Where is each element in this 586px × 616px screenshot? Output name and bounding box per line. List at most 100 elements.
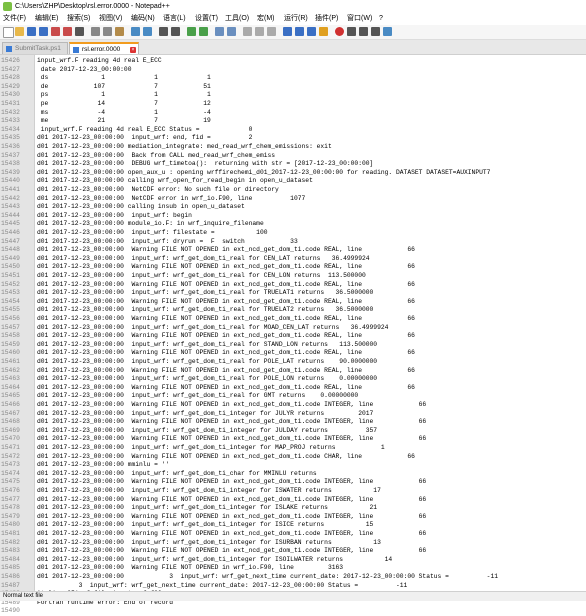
save-macro-icon[interactable] — [383, 27, 392, 36]
stop-macro-icon[interactable] — [347, 27, 356, 36]
editor-line: 15444 d01 2017-12-23_00:00:00 input_wrf: … — [0, 212, 586, 221]
menu-tools[interactable]: 工具(O) — [225, 13, 249, 25]
find-icon[interactable] — [159, 27, 168, 36]
menu-search[interactable]: 搜索(S) — [67, 13, 90, 25]
file-icon — [6, 46, 12, 52]
line-text: d01 2017-12-23_00:00:00 Warning FILE NOT… — [37, 332, 415, 340]
editor-line: 15461 d01 2017-12-23_00:00:00 input_wrf: … — [0, 358, 586, 367]
play-macro-icon[interactable] — [359, 27, 368, 36]
line-number: 15466 — [1, 401, 20, 408]
save-icon[interactable] — [27, 27, 36, 36]
record-macro-icon[interactable] — [335, 27, 344, 36]
toolbar — [0, 25, 586, 40]
function-list-icon[interactable] — [307, 27, 316, 36]
line-number: 15468 — [1, 418, 20, 426]
menu-language[interactable]: 语言(L) — [163, 13, 186, 25]
save-all-icon[interactable] — [39, 27, 48, 36]
line-text: d01 2017-12-23_00:00:00 Warning FILE NOT… — [37, 547, 427, 555]
doc-map-icon[interactable] — [295, 27, 304, 36]
line-number: 15432 — [1, 108, 20, 116]
line-text: d01 2017-12-23_00:00:00 NetCDF error in … — [37, 194, 306, 202]
editor-line: 15465 d01 2017-12-23_00:00:00 input_wrf: … — [0, 392, 586, 401]
line-number: 15442 — [1, 194, 20, 202]
zoom-in-icon[interactable] — [187, 27, 196, 36]
line-text: d01 2017-12-23_00:00:00 NetCDF error: No… — [37, 186, 279, 193]
line-text: d01 2017-12-23_00:00:00 input_wrf: wrf_g… — [37, 323, 389, 331]
editor-line: 15477 d01 2017-12-23_00:00:00 Warning FIL… — [0, 496, 586, 505]
line-number: 15453 — [1, 289, 20, 297]
editor-line: 15436 d01 2017-12-23_00:00:00 mediation_i… — [0, 143, 586, 152]
close-file-icon[interactable] — [51, 27, 60, 36]
show-all-chars-icon[interactable] — [255, 27, 264, 36]
copy-icon[interactable] — [103, 27, 112, 36]
menu-settings[interactable]: 设置(T) — [195, 13, 218, 25]
editor-line: 15434 input_wrf.F reading 4d real E_ECC … — [0, 126, 586, 135]
menu-file[interactable]: 文件(F) — [3, 13, 26, 25]
line-number: 15456 — [1, 315, 20, 322]
line-text: d01 2017-12-23_00:00:00 input_wrf: wrf_g… — [37, 444, 385, 451]
sync-scroll-h-icon[interactable] — [227, 27, 236, 36]
editor-line: 15474 d01 2017-12-23_00:00:00 input_wrf: … — [0, 470, 586, 479]
indent-guide-icon[interactable] — [267, 27, 276, 36]
line-text: d01 2017-12-23_00:00:00 mminlu = '' — [37, 461, 170, 469]
editor-line: 15466 d01 2017-12-23_00:00:00 Warning FIL… — [0, 401, 586, 410]
open-file-icon[interactable] — [15, 27, 24, 36]
paste-icon[interactable] — [115, 27, 124, 36]
line-number: 15440 — [1, 177, 20, 185]
editor-line: 15449 d01 2017-12-23_00:00:00 input_wrf: … — [0, 255, 586, 264]
sync-scroll-v-icon[interactable] — [215, 27, 224, 36]
line-text: d01 2017-12-23_00:00:00 Warning FILE NOT… — [37, 530, 427, 537]
menu-window[interactable]: 窗口(W) — [347, 13, 372, 25]
editor-line: 15460 d01 2017-12-23_00:00:00 Warning FIL… — [0, 349, 586, 358]
line-number: 15484 — [1, 555, 20, 563]
zoom-out-icon[interactable] — [199, 27, 208, 36]
menu-encoding[interactable]: 编码(N) — [131, 13, 155, 25]
redo-icon[interactable] — [143, 27, 152, 36]
menu-edit[interactable]: 编辑(E) — [35, 13, 58, 25]
menu-macro[interactable]: 宏(M) — [257, 13, 275, 25]
tab-submittask[interactable]: SubmitTask.ps1 — [2, 42, 68, 54]
line-text: d01 2017-12-23_00:00:00 Warning FILE NOT… — [37, 349, 415, 357]
editor-line: 15476 d01 2017-12-23_00:00:00 input_wrf: … — [0, 487, 586, 496]
folder-workspace-icon[interactable] — [319, 27, 328, 36]
cut-icon[interactable] — [91, 27, 100, 36]
menu-view[interactable]: 视图(V) — [99, 13, 122, 25]
editor-line: 15455 d01 2017-12-23_00:00:00 input_wrf: … — [0, 306, 586, 315]
close-all-icon[interactable] — [63, 27, 72, 36]
menu-bar: 文件(F) 编辑(E) 搜索(S) 视图(V) 编码(N) 语言(L) 设置(T… — [0, 13, 586, 25]
editor-line: 15448 d01 2017-12-23_00:00:00 Warning FIL… — [0, 246, 586, 255]
line-number: 15444 — [1, 211, 20, 219]
line-number: 15479 — [1, 512, 20, 520]
line-text: d01 2017-12-23_00:00:00 Warning FILE NOT… — [37, 564, 344, 572]
editor-line: 15441 d01 2017-12-23_00:00:00 NetCDF erro… — [0, 186, 586, 195]
new-file-icon[interactable] — [3, 27, 14, 38]
line-text: d01 2017-12-23_00:00:00 input_wrf: wrf_g… — [37, 340, 378, 348]
menu-run[interactable]: 运行(R) — [284, 13, 308, 25]
line-number: 15460 — [1, 349, 20, 357]
line-number: 15439 — [1, 168, 20, 176]
print-icon[interactable] — [75, 27, 84, 36]
line-number: 15474 — [1, 469, 20, 477]
line-text: d01 2017-12-23_00:00:00 Warning FILE NOT… — [37, 297, 415, 305]
line-text: d01 2017-12-23_00:00:00 Warning FILE NOT… — [37, 418, 427, 426]
close-tab-icon[interactable]: × — [130, 47, 136, 53]
run-macro-multiple-icon[interactable] — [371, 27, 380, 36]
word-wrap-icon[interactable] — [243, 27, 252, 36]
editor-line: 15480 d01 2017-12-23_00:00:00 input_wrf: … — [0, 521, 586, 530]
lang-icon[interactable] — [283, 27, 292, 36]
editor-line: 15450 d01 2017-12-23_00:00:00 Warning FIL… — [0, 263, 586, 272]
line-text: d01 2017-12-23_00:00:00 Warning FILE NOT… — [37, 401, 427, 408]
editor-line: 15442 d01 2017-12-23_00:00:00 NetCDF erro… — [0, 195, 586, 204]
menu-help[interactable]: ? — [379, 13, 383, 25]
line-text: d01 2017-12-23_00:00:00 input_wrf: wrf_g… — [37, 306, 374, 314]
menu-plugins[interactable]: 插件(P) — [315, 13, 338, 25]
line-number: 15449 — [1, 254, 20, 262]
line-text: d01 2017-12-23_00:00:00 input_wrf: wrf_g… — [37, 469, 317, 477]
line-text: ms -4 1 -4 — [37, 108, 211, 116]
undo-icon[interactable] — [131, 27, 140, 36]
text-editor[interactable]: 15426 input_wrf.F reading 4d real E_ECC 15… — [0, 55, 586, 614]
replace-icon[interactable] — [171, 27, 180, 36]
tab-rsl-error[interactable]: rsl.error.0000 × — [69, 42, 139, 54]
line-text: d01 2017-12-23_00:00:00 Warning FILE NOT… — [37, 495, 427, 503]
line-number: 15438 — [1, 160, 20, 168]
